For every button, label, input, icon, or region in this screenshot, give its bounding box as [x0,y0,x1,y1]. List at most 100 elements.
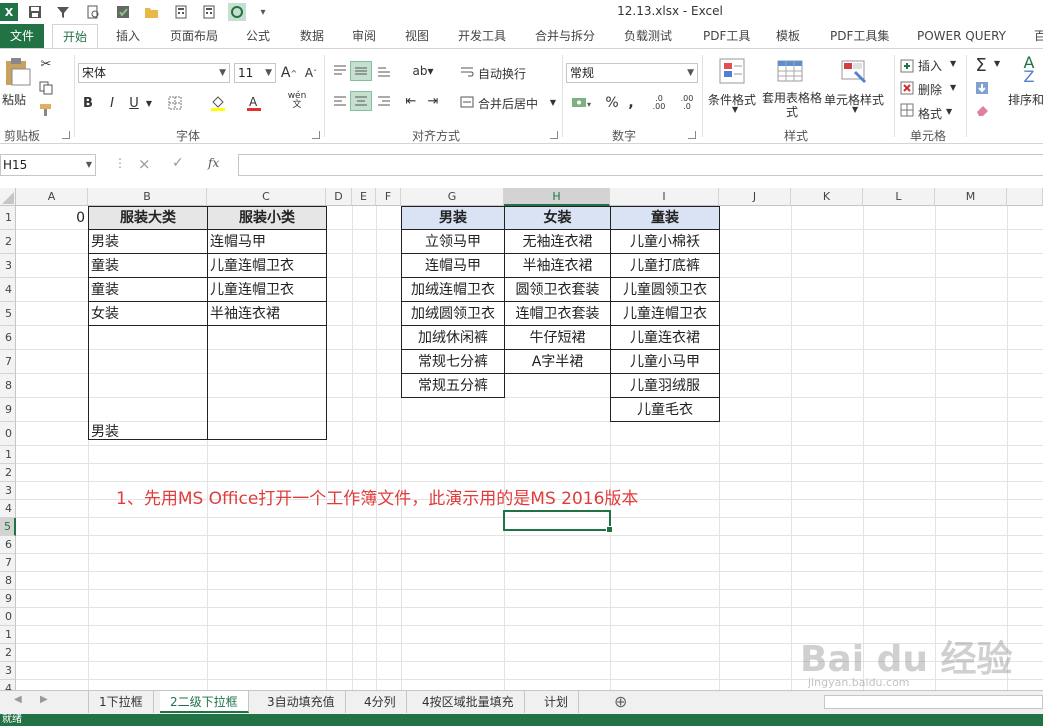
chevron-down-icon[interactable]: ▼ [732,105,738,114]
font-launcher-icon[interactable] [312,131,320,139]
number-format-combo[interactable]: 常规 ▼ [566,63,698,83]
percent-button[interactable]: % [604,93,620,113]
delete-cells-icon[interactable] [898,79,916,97]
enter-button[interactable]: ✓ [172,155,184,171]
format-cells-button[interactable]: 格式 [918,105,942,122]
row-header-selected[interactable]: 5 [0,518,16,536]
format-as-table-icon[interactable] [776,57,806,87]
fill-down-icon[interactable] [972,79,992,97]
border-icon[interactable] [166,93,184,113]
comma-button[interactable]: , [624,93,638,113]
font-name-combo[interactable]: 宋体 ▼ [78,63,230,83]
chevron-down-icon[interactable]: ▼ [994,59,1000,68]
format-as-table-button[interactable]: 套用表格格式 [762,91,822,119]
column-header[interactable]: F [376,188,401,206]
tab-formulas[interactable]: 公式 [246,24,270,48]
chevron-down-icon[interactable]: ▼ [144,93,154,113]
horizontal-scrollbar[interactable] [824,695,1043,709]
format-painter-icon[interactable] [36,101,56,119]
copy-icon[interactable] [36,79,56,97]
sort-filter-button[interactable]: 排序和 [1008,91,1043,108]
align-middle-icon[interactable] [350,61,372,81]
row-header[interactable]: 2 [0,644,16,662]
italic-button[interactable]: I [104,93,120,113]
column-header[interactable]: E [352,188,376,206]
underline-button[interactable]: U [126,93,142,113]
paste-icon[interactable] [2,57,32,87]
chevron-down-icon[interactable]: ▼ [548,93,558,111]
column-header-selected[interactable]: H [504,188,610,206]
font-size-combo[interactable]: 11 ▼ [234,63,276,83]
tab-merge-split[interactable]: 合并与拆分 [535,24,595,48]
decrease-decimal-icon[interactable]: .00.0 [676,93,698,113]
chevron-down-icon[interactable]: ▼ [852,105,858,114]
align-right-icon[interactable] [374,91,394,111]
row-header[interactable]: 4 [0,500,16,518]
row-header[interactable]: 6 [0,326,16,350]
increase-indent-icon[interactable]: ⇥ [424,91,442,111]
row-header[interactable]: 3 [0,254,16,278]
row-header[interactable]: 2 [0,464,16,482]
column-header[interactable]: B [88,188,207,206]
tab-data[interactable]: 数据 [300,24,324,48]
align-center-icon[interactable] [350,91,372,111]
tab-more[interactable]: 百 [1034,24,1043,48]
chevron-down-icon[interactable]: ▼ [946,107,952,116]
cut-icon[interactable]: ✂ [36,55,56,73]
wrap-text-icon[interactable] [458,63,476,81]
column-header[interactable]: C [207,188,326,206]
row-header[interactable]: 3 [0,482,16,500]
chevron-down-icon[interactable]: ▼ [950,59,956,68]
tab-templates[interactable]: 模板 [776,24,800,48]
name-box[interactable]: H15 ▼ [0,154,96,176]
number-launcher-icon[interactable] [688,131,696,139]
decrease-font-icon[interactable]: Aˇ [302,63,320,83]
sheet-tab-active[interactable]: 2二级下拉框 [160,691,249,713]
phonetic-button[interactable]: wén 文 [286,89,308,113]
tab-pdf-tools[interactable]: PDF工具 [703,24,750,48]
row-header[interactable]: 4 [0,680,16,690]
increase-decimal-icon[interactable]: .0.00 [648,93,670,113]
row-header[interactable]: 1 [0,446,16,464]
row-header[interactable]: 2 [0,230,16,254]
conditional-format-icon[interactable] [718,57,748,87]
column-header[interactable]: D [326,188,352,206]
tab-power-query[interactable]: POWER QUERY [917,24,1006,48]
tab-insert[interactable]: 插入 [116,24,140,48]
font-color-icon[interactable]: A [244,93,264,113]
row-header[interactable]: 0 [0,608,16,626]
column-header[interactable]: M [935,188,1007,206]
tab-file[interactable]: 文件 [0,24,44,48]
tab-review[interactable]: 审阅 [352,24,376,48]
sheet-tab[interactable]: 计划 [534,691,580,713]
clear-icon[interactable] [972,101,992,119]
cancel-button[interactable]: × [138,155,151,173]
row-header[interactable]: 6 [0,536,16,554]
tab-view[interactable]: 视图 [405,24,429,48]
sheet-tab[interactable]: 4分列 [354,691,407,713]
add-sheet-icon[interactable]: ⊕ [614,692,627,711]
row-header[interactable]: 3 [0,662,16,680]
align-bottom-icon[interactable] [374,61,394,81]
currency-icon[interactable]: ▾ [568,93,596,113]
select-all-corner[interactable] [0,188,16,206]
column-header[interactable]: J [719,188,791,206]
row-header[interactable]: 8 [0,572,16,590]
row-header[interactable]: 5 [0,302,16,326]
autosum-icon[interactable]: Σ [970,55,992,76]
paste-button[interactable]: 粘贴 [2,91,26,108]
tab-pdf-toolset[interactable]: PDF工具集 [830,24,889,48]
tab-developer[interactable]: 开发工具 [458,24,506,48]
column-header[interactable]: A [16,188,88,206]
orientation-icon[interactable]: ab▾ [410,61,436,81]
column-header[interactable]: I [610,188,719,206]
wrap-text-button[interactable]: 自动换行 [478,65,526,82]
sheet-tab[interactable]: 3自动填充值 [257,691,346,713]
align-top-icon[interactable] [330,61,350,81]
decrease-indent-icon[interactable]: ⇤ [402,91,420,111]
bold-button[interactable]: B [80,93,96,113]
sheet-tab[interactable]: 4按区域批量填充 [412,691,525,713]
formula-input[interactable] [238,154,1043,176]
align-left-icon[interactable] [330,91,350,111]
insert-cells-button[interactable]: 插入 [918,57,942,74]
